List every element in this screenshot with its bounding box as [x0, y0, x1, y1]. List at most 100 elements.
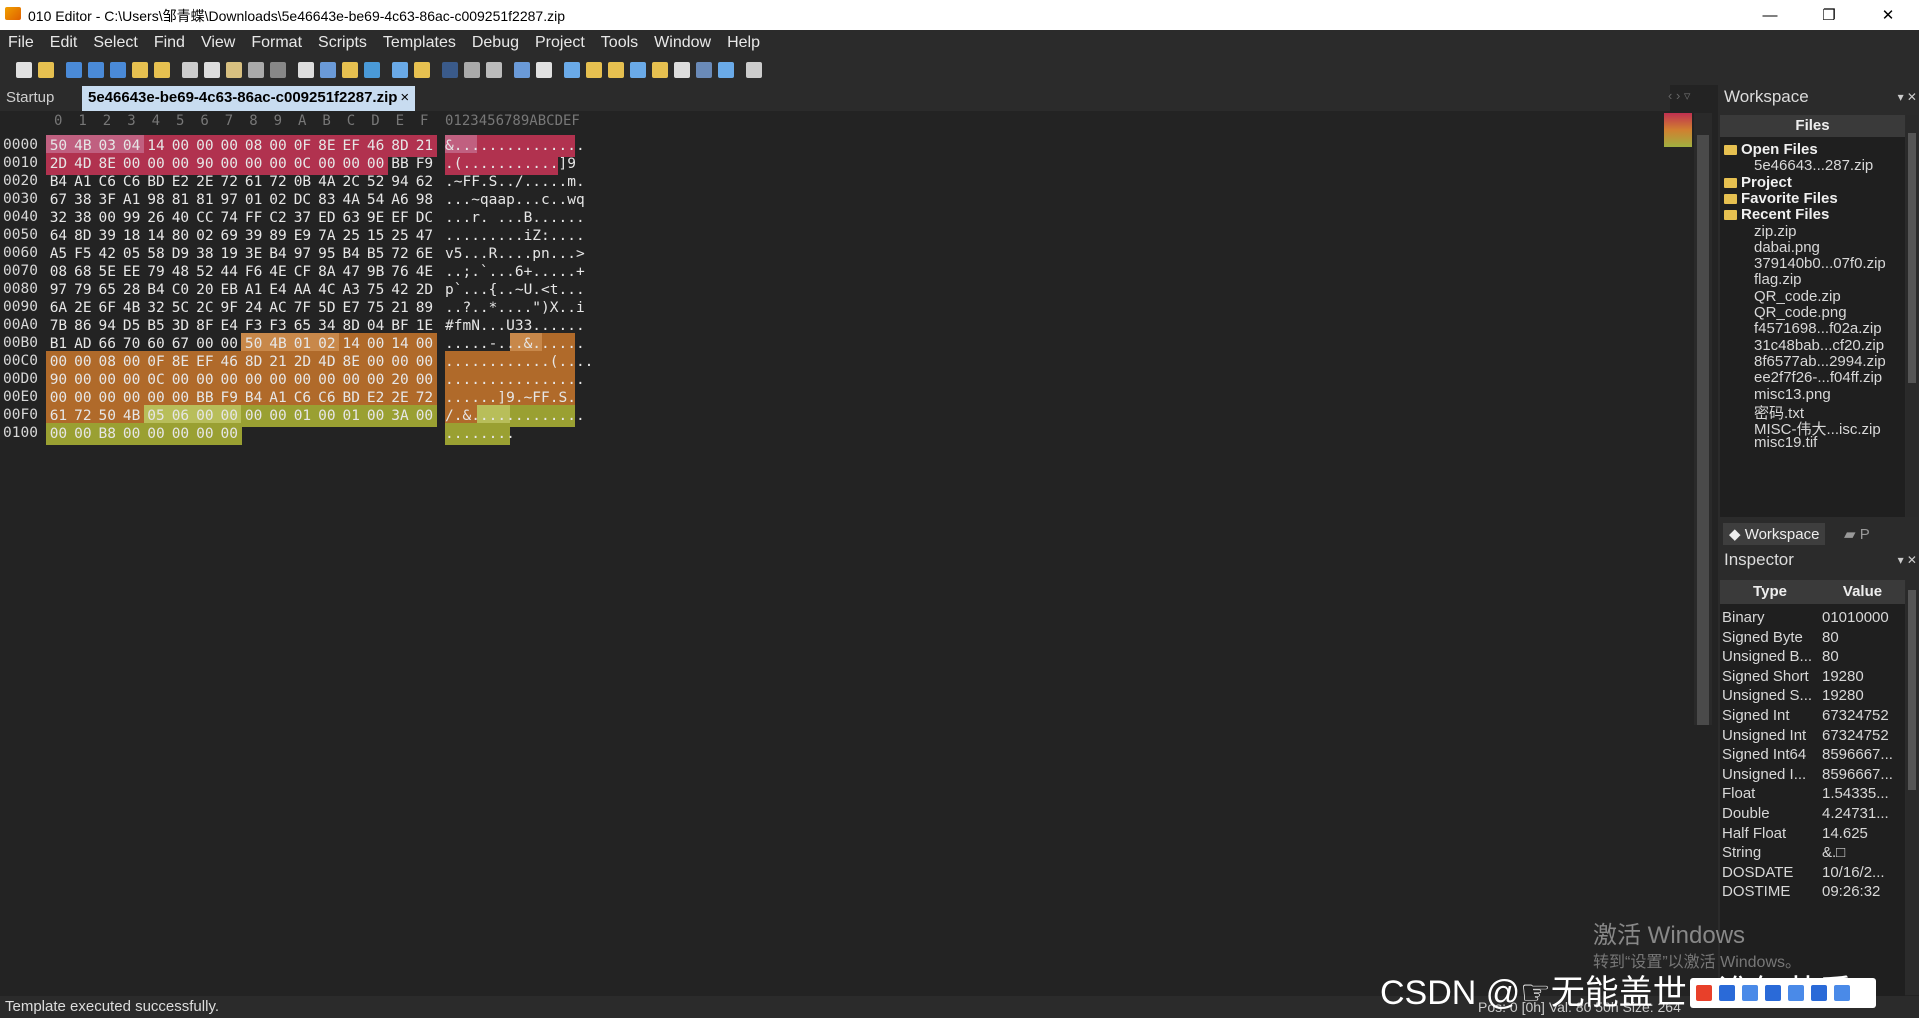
compare-icon[interactable] — [586, 62, 602, 78]
text-mode-icon[interactable] — [464, 62, 480, 78]
redo-icon[interactable] — [270, 62, 286, 78]
menu-view[interactable]: View — [193, 34, 243, 52]
recent-file-item[interactable]: 5e46643...287.zip — [1754, 157, 1873, 174]
recent-file-item[interactable]: zip.zip — [1754, 223, 1797, 240]
cut-icon[interactable] — [182, 62, 198, 78]
tab-workspace[interactable]: ◆ Workspace — [1723, 523, 1826, 545]
files-category[interactable]: Recent Files — [1724, 206, 1829, 223]
scroll-thumb[interactable] — [1697, 135, 1709, 725]
checksum-icon[interactable] — [608, 62, 624, 78]
menu-window[interactable]: Window — [646, 34, 719, 52]
tab-current-file[interactable]: 5e46643e-be69-4c63-86ac-c009251f2287.zip… — [82, 86, 416, 111]
workspace-icon[interactable] — [154, 62, 170, 78]
recent-file-item[interactable]: f4571698...f02a.zip — [1754, 320, 1882, 337]
hex-byte[interactable]: 00 — [412, 405, 437, 427]
ime-keyboard-icon[interactable] — [1788, 985, 1804, 1001]
hex-byte[interactable]: 00 — [265, 405, 291, 427]
hex-byte[interactable]: 00 — [363, 405, 389, 427]
calculator-icon[interactable] — [564, 62, 580, 78]
hex-byte[interactable]: 00 — [241, 405, 267, 427]
hex-byte[interactable]: 00 — [70, 423, 96, 445]
recent-file-item[interactable]: QR_code.png — [1754, 304, 1847, 321]
recent-file-item[interactable]: 31c48bab...cf20.zip — [1754, 337, 1884, 354]
templates-icon[interactable] — [414, 62, 430, 78]
copy-icon[interactable] — [204, 62, 220, 78]
files-category[interactable]: Open Files — [1724, 141, 1818, 158]
menu-file[interactable]: File — [0, 34, 42, 52]
hex-mode-icon[interactable] — [442, 62, 458, 78]
minimize-button[interactable]: — — [1747, 0, 1793, 30]
recent-file-item[interactable]: 8f6577ab...2994.zip — [1754, 353, 1886, 370]
menu-templates[interactable]: Templates — [375, 34, 464, 52]
inspector-scrollbar[interactable] — [1906, 580, 1918, 880]
hex-byte[interactable]: 00 — [168, 423, 193, 445]
new-file-icon[interactable] — [16, 62, 32, 78]
hex-editor[interactable]: 0 1 2 3 4 5 6 7 8 9 A B C D E F 0123456789ABCDEF 0000 50 4B… — [0, 111, 1670, 991]
inspector-scroll-thumb[interactable] — [1908, 590, 1916, 790]
open-folder-icon[interactable] — [132, 62, 148, 78]
menu-tools[interactable]: Tools — [593, 34, 646, 52]
ascii-row[interactable]: ........ — [445, 423, 515, 445]
pause-icon[interactable] — [746, 62, 762, 78]
recent-file-item[interactable]: ee2f7f26-...f04ff.zip — [1754, 369, 1882, 386]
files-scroll-thumb[interactable] — [1908, 133, 1916, 383]
hex-byte[interactable]: 00 — [314, 405, 340, 427]
debug-icon[interactable] — [718, 62, 734, 78]
hex-byte[interactable]: 3A — [387, 405, 413, 427]
base-converter-icon[interactable] — [652, 62, 668, 78]
find-icon[interactable] — [298, 62, 314, 78]
close-window-button[interactable]: ✕ — [1865, 0, 1911, 30]
files-scrollbar[interactable] — [1906, 115, 1918, 517]
restore-button[interactable]: ❐ — [1806, 0, 1852, 30]
hex-byte[interactable]: 00 — [216, 423, 242, 445]
replace-icon[interactable] — [320, 62, 336, 78]
menu-debug[interactable]: Debug — [464, 34, 527, 52]
recent-file-item[interactable]: 379140b0...07f0.zip — [1754, 255, 1886, 272]
ime-logo-icon[interactable] — [1696, 985, 1712, 1001]
recent-file-item[interactable]: misc19.tif — [1754, 434, 1817, 451]
tab-close-icon[interactable]: × — [400, 89, 409, 106]
save-as-icon[interactable] — [88, 62, 104, 78]
show-whitespace-icon[interactable] — [486, 62, 502, 78]
highlight-icon[interactable] — [536, 62, 552, 78]
goto-icon[interactable] — [364, 62, 380, 78]
files-category[interactable]: Favorite Files — [1724, 190, 1838, 207]
hex-vertical-scrollbar[interactable] — [1694, 113, 1712, 725]
ime-shirt-icon[interactable] — [1811, 985, 1827, 1001]
hex-byte[interactable]: B8 — [94, 423, 120, 445]
hex-byte[interactable]: 01 — [290, 405, 315, 427]
hex-byte[interactable]: 00 — [192, 423, 218, 445]
hex-byte[interactable]: 00 — [143, 423, 169, 445]
menu-select[interactable]: Select — [85, 34, 145, 52]
tab-startup[interactable]: Startup — [6, 89, 54, 106]
minimap[interactable] — [1664, 113, 1692, 147]
menu-project[interactable]: Project — [527, 34, 593, 52]
undo-icon[interactable] — [248, 62, 264, 78]
hex-byte[interactable]: 00 — [46, 423, 71, 445]
menu-edit[interactable]: Edit — [42, 34, 86, 52]
columns-icon[interactable] — [514, 62, 530, 78]
hex-byte[interactable]: 00 — [119, 423, 145, 445]
script-run-icon[interactable] — [674, 62, 690, 78]
save-all-icon[interactable] — [110, 62, 126, 78]
menu-find[interactable]: Find — [146, 34, 193, 52]
tab-scroll-arrows-icon[interactable]: ‹ › ▿ — [1668, 88, 1690, 104]
ime-punct-icon[interactable] — [1742, 985, 1758, 1001]
open-file-icon[interactable] — [38, 62, 54, 78]
workspace-panel-controls-icon[interactable]: ▾ ✕ — [1898, 90, 1917, 104]
menu-format[interactable]: Format — [243, 34, 310, 52]
find-in-files-icon[interactable] — [342, 62, 358, 78]
files-category[interactable]: Project — [1724, 174, 1792, 191]
recent-file-item[interactable]: flag.zip — [1754, 271, 1802, 288]
hex-byte[interactable]: 01 — [338, 405, 364, 427]
ime-chinese-icon[interactable] — [1719, 985, 1735, 1001]
inspector-row[interactable]: DOSTIME 09:26:32 — [1720, 880, 1905, 904]
paste-icon[interactable] — [226, 62, 242, 78]
ime-mic-icon[interactable] — [1765, 985, 1781, 1001]
menu-help[interactable]: Help — [719, 34, 768, 52]
inspector-panel-controls-icon[interactable]: ▾ ✕ — [1898, 553, 1917, 567]
ime-toolbar[interactable] — [1690, 978, 1876, 1008]
ime-grid-icon[interactable] — [1834, 985, 1850, 1001]
recent-file-item[interactable]: QR_code.zip — [1754, 288, 1841, 305]
save-icon[interactable] — [66, 62, 82, 78]
